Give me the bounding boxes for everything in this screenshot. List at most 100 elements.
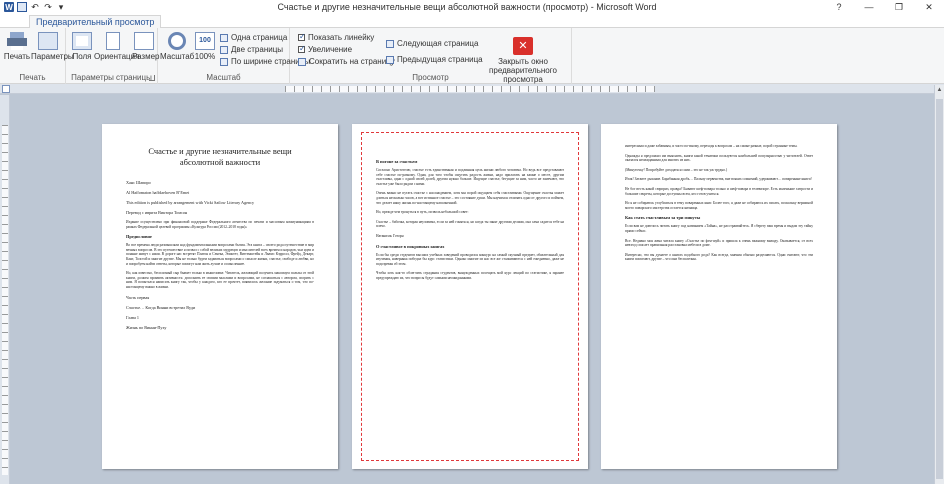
window-controls: ? — ❐ ✕ bbox=[824, 0, 944, 14]
ruler-toggle-icon[interactable] bbox=[2, 85, 10, 93]
page-paragraph: Счастье – бабочка, которая неуловима, ес… bbox=[376, 219, 564, 229]
margins-icon bbox=[72, 32, 92, 50]
page-paragraph: Счастье… Когда Винни встретил Вуди bbox=[126, 304, 196, 310]
one-page-label: Одна страница bbox=[231, 33, 288, 42]
group-print: Печать Параметры Печать bbox=[0, 28, 74, 84]
page-paragraph: Во все времена люди размышляли над фунда… bbox=[126, 243, 314, 266]
page-paragraph: Интересно, что вы думаете о книгах подоб… bbox=[625, 252, 813, 262]
vertical-ruler[interactable] bbox=[0, 95, 10, 484]
next-page-label: Следующая страница bbox=[397, 39, 479, 48]
page-meta-line: This edition is published by arrangement… bbox=[126, 200, 255, 205]
print-params-button[interactable]: Параметры bbox=[31, 32, 74, 61]
redo-icon[interactable]: ↷ bbox=[43, 2, 53, 12]
zoom-label: Масштаб bbox=[160, 52, 195, 61]
next-page-icon bbox=[386, 39, 394, 48]
shrink-one-page-button[interactable]: Сократить на страницу bbox=[298, 57, 395, 66]
group-label-zoom: Масштаб bbox=[206, 73, 241, 82]
one-page-icon bbox=[220, 33, 228, 42]
group-label-preview: Просмотр bbox=[412, 73, 449, 82]
group-label-page-setup: Параметры страницы bbox=[71, 73, 152, 82]
title-bar: W ↶ ↷ ▾ Счастье и другие незначительные … bbox=[0, 0, 944, 14]
tab-print-preview[interactable]: Предварительный просмотр bbox=[29, 15, 162, 29]
page-paragraph: Согласно Аристотелю, счастье есть единст… bbox=[376, 168, 564, 186]
group-zoom: Масштаб 100 100% Одна страница Две стран… bbox=[158, 28, 310, 84]
zoom-100-label: 100% bbox=[194, 52, 216, 61]
page-paragraph: Жизнь по Винни-Пуху bbox=[126, 324, 167, 330]
window-title: Счастье и другие незначительные вещи абс… bbox=[277, 2, 657, 12]
magnifier-checkbox[interactable]: Увеличение bbox=[298, 44, 353, 54]
print-button[interactable]: Печать bbox=[3, 32, 31, 61]
vertical-scrollbar[interactable]: ▲ bbox=[934, 85, 944, 484]
preview-page-3[interactable]: интересным и даже забавным, и часто по-и… bbox=[601, 124, 837, 469]
printer-icon bbox=[7, 32, 27, 50]
shrink-one-page-label: Сократить на страницу bbox=[309, 57, 395, 66]
prev-page-icon bbox=[386, 55, 394, 64]
prev-page-button[interactable]: Предыдущая страница bbox=[386, 55, 483, 64]
close-preview-icon: ✕ bbox=[513, 37, 533, 55]
page-paragraph: Итак! Затаите дыхание. Барабанная дробь…… bbox=[625, 177, 812, 182]
page-width-icon bbox=[220, 57, 228, 66]
page-paragraph: Все. Недавно моя жена читала книгу «Счас… bbox=[625, 238, 813, 248]
word-logo-icon[interactable]: W bbox=[4, 2, 14, 12]
prev-page-label: Предыдущая страница bbox=[397, 55, 483, 64]
print-button-label: Печать bbox=[3, 52, 31, 61]
group-label-print: Печать bbox=[19, 73, 46, 82]
page-paragraph: Но я не собираюсь углубляться в тему пов… bbox=[625, 201, 813, 210]
customize-qat-icon[interactable]: ▾ bbox=[56, 2, 66, 12]
page-paragraph: (Минуточку! Попробуйте догадаться сами –… bbox=[625, 167, 728, 172]
two-pages-label: Две страницы bbox=[231, 45, 284, 54]
page-paragraph: Натаниэль Готорн bbox=[376, 233, 404, 238]
minimize-button[interactable]: — bbox=[854, 0, 884, 14]
section-heading: В погоне за счастьем bbox=[376, 159, 418, 164]
group-preview: Показать линейку Увеличение Сократить на… bbox=[290, 28, 572, 84]
size-button[interactable]: Размер bbox=[132, 32, 160, 61]
scrollbar-thumb[interactable] bbox=[936, 99, 943, 479]
save-icon[interactable] bbox=[17, 2, 27, 12]
page-setup-dialog-launcher[interactable] bbox=[149, 75, 155, 81]
next-page-button[interactable]: Следующая страница bbox=[386, 39, 478, 48]
page-paragraph: Но, прежде чем тронуться в путь, позволь… bbox=[376, 210, 469, 215]
help-button[interactable]: ? bbox=[824, 0, 854, 14]
ribbon: Печать Параметры Печать Поля Ориентация … bbox=[0, 28, 944, 84]
ribbon-tab-row: Предварительный просмотр bbox=[0, 14, 944, 29]
zoom-100-button[interactable]: 100 100% bbox=[194, 32, 216, 61]
page-size-icon bbox=[134, 32, 154, 50]
page-paragraph: Но, как известно, бесплатный сыр бывает … bbox=[126, 271, 314, 289]
orientation-icon bbox=[106, 32, 120, 50]
show-ruler-label: Показать линейку bbox=[308, 33, 375, 42]
magnifier-icon bbox=[168, 32, 186, 50]
preview-page-1[interactable]: Счастье и другие незначительные вещи абс… bbox=[102, 124, 338, 469]
vertical-ruler-ticks bbox=[2, 125, 8, 475]
margins-button[interactable]: Поля bbox=[70, 32, 94, 61]
undo-icon[interactable]: ↶ bbox=[30, 2, 40, 12]
one-page-button[interactable]: Одна страница bbox=[220, 33, 287, 42]
page-paragraph: Очень важно не путать счастье с наслажде… bbox=[376, 191, 564, 205]
restore-button[interactable]: ❐ bbox=[884, 0, 914, 14]
print-settings-icon bbox=[38, 32, 58, 50]
section-heading: Как стать счастливым за три минуты bbox=[625, 215, 701, 221]
preview-page-2[interactable]: В погоне за счастьем Согласно Аристотелю… bbox=[352, 124, 588, 469]
orientation-button[interactable]: Ориентация bbox=[94, 32, 139, 61]
zoom-100-icon: 100 bbox=[195, 32, 215, 50]
horizontal-ruler[interactable] bbox=[0, 84, 944, 94]
magnifier-check-icon bbox=[298, 44, 306, 53]
imprint-text: Издание осуществлено при финансовой подд… bbox=[126, 220, 314, 229]
page-meta-line: Ханс Шапиро bbox=[126, 180, 151, 185]
section-heading: Предисловие bbox=[126, 234, 152, 240]
two-pages-button[interactable]: Две страницы bbox=[220, 45, 283, 54]
close-window-button[interactable]: ✕ bbox=[914, 0, 944, 14]
magnifier-label: Увеличение bbox=[308, 45, 353, 54]
show-ruler-checkbox[interactable]: Показать линейку bbox=[298, 32, 375, 42]
page-meta-line: Перевод с иврита Виктора Томсон bbox=[126, 210, 188, 215]
two-pages-icon bbox=[220, 45, 228, 54]
page-meta-line: Al Haffomaton haffdaehoven B’Emet bbox=[126, 190, 190, 195]
page-paragraph: Если бы среди студентов высших учебных з… bbox=[376, 252, 564, 266]
page-paragraph: Глава 1 bbox=[126, 314, 139, 320]
page-paragraph: Если вам не довелось читать книгу под на… bbox=[625, 224, 813, 233]
page-paragraph: Часть первая bbox=[126, 294, 150, 300]
group-page-setup: Поля Ориентация Размер Параметры страниц… bbox=[66, 28, 160, 84]
shrink-icon bbox=[298, 57, 306, 66]
page-paragraph: Чтобы хоть как-то облегчить страдания ст… bbox=[376, 271, 564, 280]
zoom-button[interactable]: Масштаб bbox=[160, 32, 194, 61]
scroll-up-icon[interactable]: ▲ bbox=[935, 87, 944, 93]
